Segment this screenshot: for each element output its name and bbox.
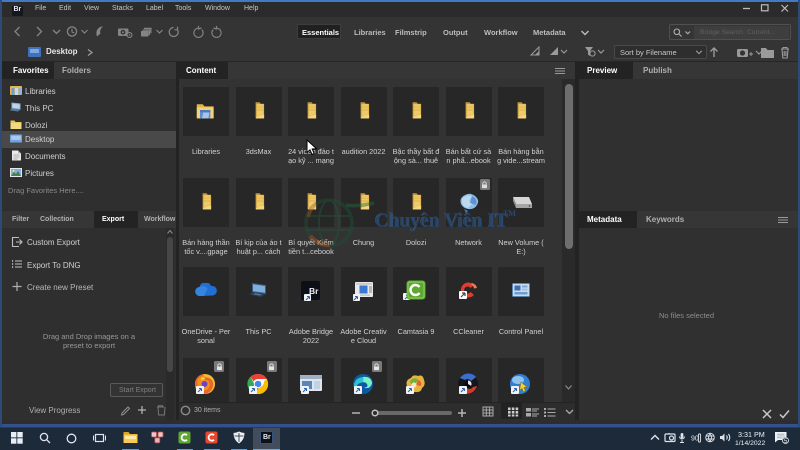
- svg-text:90: 90: [691, 436, 699, 443]
